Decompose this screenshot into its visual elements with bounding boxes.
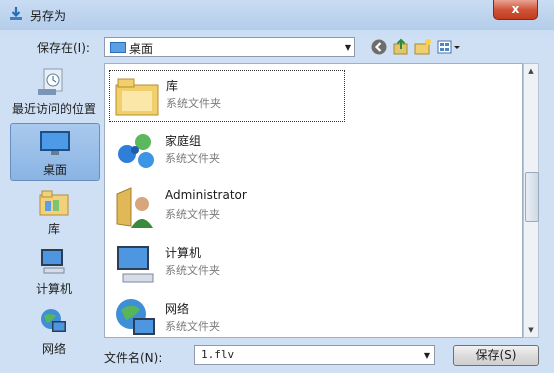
filename-value: 1.flv — [201, 348, 235, 361]
new-folder-icon[interactable] — [414, 38, 432, 56]
place-label: 网络 — [41, 342, 66, 356]
list-item[interactable]: 计算机 系统文件夹 — [109, 238, 345, 290]
item-type: 系统文件夹 — [166, 97, 221, 110]
place-computer[interactable]: 计算机 — [10, 243, 98, 299]
item-type: 系统文件夹 — [165, 320, 220, 333]
place-desktop[interactable]: 桌面 — [10, 123, 100, 181]
network-icon — [41, 309, 66, 332]
place-label: 桌面 — [42, 163, 67, 177]
scroll-down-icon[interactable]: ▼ — [524, 323, 538, 337]
user-folder-icon — [116, 187, 153, 228]
item-name: 库 — [166, 79, 179, 93]
item-type: 系统文件夹 — [165, 152, 220, 165]
up-folder-icon[interactable] — [392, 38, 410, 56]
library-folder-icon — [115, 78, 159, 116]
savein-dropdown[interactable]: 桌面 ▼ — [104, 37, 355, 57]
item-type: 系统文件夹 — [165, 264, 220, 277]
desktop-icon — [110, 42, 126, 53]
close-button[interactable]: x — [493, 0, 538, 20]
desktop-icon — [40, 131, 70, 155]
item-name: Administrator — [165, 188, 247, 202]
savein-label: 保存在(I): — [37, 41, 90, 55]
back-icon[interactable] — [370, 38, 388, 56]
place-label: 最近访问的位置 — [11, 102, 96, 116]
place-network[interactable]: 网络 — [10, 303, 98, 359]
place-label: 库 — [47, 222, 60, 236]
view-menu-icon[interactable] — [437, 38, 463, 56]
list-item[interactable]: 库 系统文件夹 — [109, 70, 345, 122]
homegroup-icon — [118, 134, 154, 168]
savein-value: 桌面 — [129, 42, 154, 56]
vertical-scrollbar[interactable]: ▲ ▼ — [523, 63, 539, 338]
recent-places-icon — [38, 68, 63, 95]
item-name: 家庭组 — [165, 134, 202, 148]
list-item[interactable]: 网络 系统文件夹 — [109, 294, 345, 337]
item-type: 系统文件夹 — [165, 208, 220, 221]
place-libraries[interactable]: 库 — [10, 183, 98, 239]
computer-icon — [41, 249, 65, 274]
chevron-down-icon[interactable]: ▼ — [424, 351, 430, 360]
download-icon — [10, 7, 22, 20]
item-name: 网络 — [165, 302, 190, 316]
save-as-dialog: 另存为 x 保存在(I): 桌面 ▼ 最近访问的位置 桌面 库 计算机 网络 库… — [0, 0, 554, 373]
network-icon — [116, 299, 155, 335]
chevron-down-icon: ▼ — [344, 43, 351, 52]
save-button[interactable]: 保存(S) — [453, 345, 539, 366]
libraries-icon — [39, 190, 69, 216]
window-title: 另存为 — [30, 9, 67, 23]
filename-input[interactable]: 1.flv ▼ — [194, 345, 435, 365]
file-list[interactable]: 库 系统文件夹 家庭组 系统文件夹 Administrator 系统文件夹 计算… — [104, 63, 523, 338]
title-bar[interactable]: 另存为 x — [0, 0, 554, 30]
place-label: 计算机 — [35, 282, 72, 296]
places-bar: 最近访问的位置 桌面 库 计算机 网络 — [8, 63, 102, 363]
scroll-thumb[interactable] — [525, 172, 539, 222]
list-item[interactable]: 家庭组 系统文件夹 — [109, 126, 345, 178]
place-recent[interactable]: 最近访问的位置 — [10, 63, 98, 119]
item-name: 计算机 — [165, 246, 202, 260]
scroll-up-icon[interactable]: ▲ — [524, 64, 538, 78]
list-item[interactable]: Administrator 系统文件夹 — [109, 182, 345, 234]
computer-icon — [117, 246, 154, 283]
filename-label: 文件名(N): — [104, 351, 163, 365]
